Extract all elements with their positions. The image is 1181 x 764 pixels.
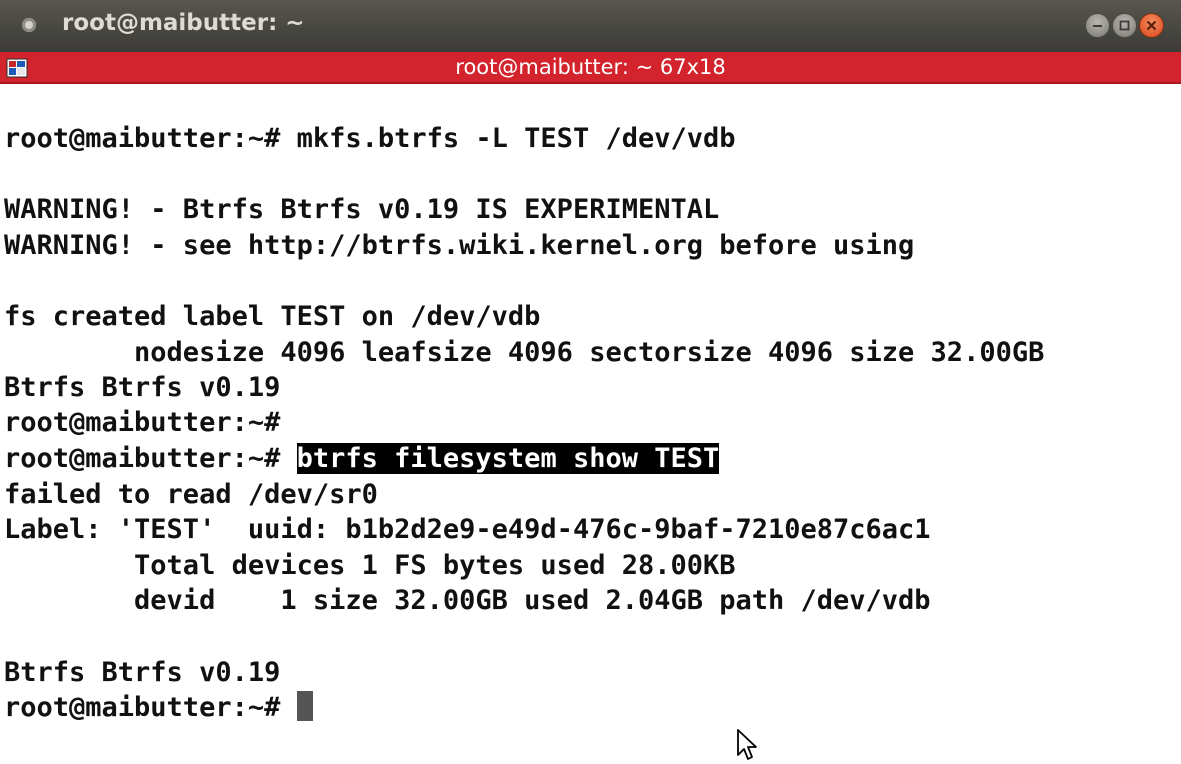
minimize-button[interactable] <box>1085 13 1110 38</box>
terminal-line: Btrfs Btrfs v0.19 <box>4 372 281 403</box>
terminal-line: root@maibutter:~# mkfs.btrfs -L TEST /de… <box>4 123 736 154</box>
maximize-icon <box>1119 20 1130 31</box>
close-icon <box>1146 20 1157 31</box>
terminal-line: WARNING! - see http://btrfs.wiki.kernel.… <box>4 230 915 261</box>
terminal-line: fs created label TEST on /dev/vdb <box>4 301 541 332</box>
terminal-line: WARNING! - Btrfs Btrfs v0.19 IS EXPERIME… <box>4 194 720 225</box>
terminal-line: Btrfs Btrfs v0.19 <box>4 657 281 688</box>
mouse-pointer-icon <box>737 729 757 760</box>
terminal-output[interactable]: root@maibutter:~# mkfs.btrfs -L TEST /de… <box>0 84 1181 764</box>
minimize-icon <box>1093 25 1102 27</box>
terminal-line-selected-command: root@maibutter:~# btrfs filesystem show … <box>4 441 720 476</box>
selected-command[interactable]: btrfs filesystem show TEST <box>296 443 720 474</box>
terminal-window: root@maibutter: ~ root@maibutter: ~ 67x1… <box>0 0 1181 764</box>
close-button[interactable] <box>1139 13 1164 38</box>
terminal-tabbar[interactable]: root@maibutter: ~ 67x18 <box>0 52 1181 84</box>
prompt-text: root@maibutter:~# <box>4 443 297 474</box>
terminal-line-current-prompt[interactable]: root@maibutter:~# <box>4 690 313 725</box>
window-title: root@maibutter: ~ <box>62 10 305 36</box>
terminal-line: Total devices 1 FS bytes used 28.00KB <box>4 550 736 581</box>
terminal-line: devid 1 size 32.00GB used 2.04GB path /d… <box>4 585 931 616</box>
terminal-tab-title: root@maibutter: ~ 67x18 <box>455 55 726 79</box>
terminal-line: Label: 'TEST' uuid: b1b2d2e9-e49d-476c-9… <box>4 514 931 545</box>
app-menu-icon[interactable] <box>22 18 36 32</box>
text-cursor <box>296 691 313 721</box>
maximize-button[interactable] <box>1112 13 1137 38</box>
window-titlebar[interactable]: root@maibutter: ~ <box>0 0 1181 52</box>
terminal-line: nodesize 4096 leafsize 4096 sectorsize 4… <box>4 337 1045 368</box>
terminal-line: root@maibutter:~# <box>4 407 297 438</box>
terminal-line: failed to read /dev/sr0 <box>4 479 378 510</box>
prompt-text: root@maibutter:~# <box>4 692 297 723</box>
